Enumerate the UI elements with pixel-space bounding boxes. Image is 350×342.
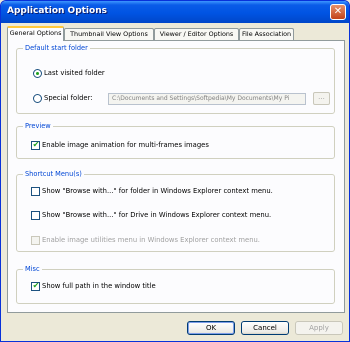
browse-folder-button[interactable]: ... bbox=[313, 92, 330, 105]
special-folder-path-field[interactable]: C:\Documents and Settings\Softpedia\My D… bbox=[108, 93, 306, 105]
full-path-title-label: Show full path in the window title bbox=[42, 282, 156, 290]
browse-folder-context-checkbox[interactable] bbox=[31, 187, 40, 196]
image-utilities-menu-label: Enable image utilities menu in Windows E… bbox=[42, 236, 260, 244]
tab-general-options[interactable]: General Options bbox=[7, 26, 64, 41]
check-mark-icon: ✔ bbox=[32, 140, 40, 149]
image-utilities-menu-checkbox[interactable] bbox=[31, 236, 40, 245]
tab-viewer-editor-options[interactable]: Viewer / Editor Options bbox=[154, 28, 239, 40]
check-mark-icon: ✔ bbox=[32, 281, 40, 290]
group-label: Default start folder bbox=[23, 44, 90, 52]
special-folder-radio[interactable] bbox=[33, 94, 42, 103]
last-visited-label: Last visited folder bbox=[44, 69, 105, 77]
image-animation-label: Enable image animation for multi-frames … bbox=[42, 141, 209, 149]
close-button[interactable]: ✕ bbox=[330, 4, 346, 20]
last-visited-radio[interactable] bbox=[33, 69, 42, 78]
tab-file-association[interactable]: File Association bbox=[239, 28, 294, 40]
ok-button[interactable]: OK bbox=[187, 321, 235, 335]
apply-button[interactable]: Apply bbox=[295, 321, 343, 335]
image-animation-checkbox[interactable]: ✔ bbox=[31, 140, 40, 150]
browse-folder-context-label: Show "Browse with..." for folder in Wind… bbox=[42, 187, 273, 195]
special-folder-label: Special folder: bbox=[44, 94, 93, 102]
group-label: Misc bbox=[23, 265, 42, 273]
application-options-window: Application Options ✕ General Options Th… bbox=[0, 0, 350, 342]
group-label: Shortcut Menu(s) bbox=[23, 170, 84, 178]
browse-drive-context-label: Show "Browse with..." for Drive in Windo… bbox=[42, 211, 272, 219]
close-icon: ✕ bbox=[333, 6, 343, 17]
tab-thumbnail-view-options[interactable]: Thumbnail View Options bbox=[64, 28, 154, 40]
full-path-title-checkbox[interactable]: ✔ bbox=[31, 281, 40, 291]
browse-drive-context-checkbox[interactable] bbox=[31, 211, 40, 220]
window-title: Application Options bbox=[7, 6, 107, 16]
group-label: Preview bbox=[23, 122, 53, 130]
title-bar[interactable]: Application Options ✕ bbox=[1, 1, 349, 23]
cancel-button[interactable]: Cancel bbox=[241, 321, 289, 335]
